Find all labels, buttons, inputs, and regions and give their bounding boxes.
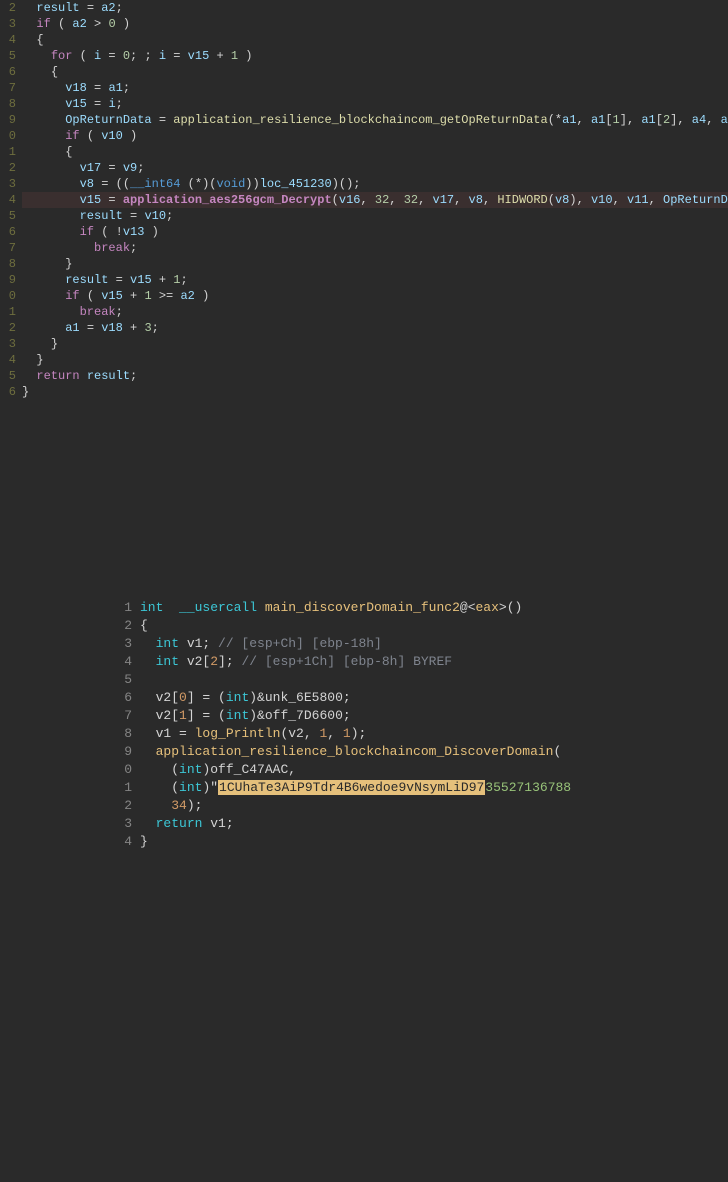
line-number: 4: [120, 653, 132, 671]
code-line: a1 = v18 + 3;: [22, 320, 728, 336]
code-line: int v2[2]; // [esp+1Ch] [ebp-8h] BYREF: [140, 653, 728, 671]
line-number: 0: [0, 128, 16, 144]
line-number: 5: [0, 48, 16, 64]
line-number: 5: [120, 671, 132, 689]
line-number: 0: [0, 288, 16, 304]
line-number: 1: [0, 304, 16, 320]
code-line: {: [140, 617, 728, 635]
line-number: 4: [0, 192, 16, 208]
line-number: 5: [0, 208, 16, 224]
line-number: 2: [120, 617, 132, 635]
line-number: 2: [0, 320, 16, 336]
code-line: v2[0] = (int)&unk_6E5800;: [140, 689, 728, 707]
code-line: {: [22, 144, 728, 160]
code-line: application_resilience_blockchaincom_Dis…: [140, 743, 728, 761]
code-line: for ( i = 0; ; i = v15 + 1 ): [22, 48, 728, 64]
code-line: }: [140, 833, 728, 851]
code-line: }: [22, 384, 728, 400]
code-line: v1 = log_Println(v2, 1, 1);: [140, 725, 728, 743]
line-number: 3: [120, 635, 132, 653]
line-number: 3: [0, 176, 16, 192]
code-line: }: [22, 256, 728, 272]
code-line: }: [22, 352, 728, 368]
line-number: 3: [0, 336, 16, 352]
code-line: break;: [22, 304, 728, 320]
line-number: 2: [0, 160, 16, 176]
line-number: 4: [0, 352, 16, 368]
code-line: v15 = application_aes256gcm_Decrypt(v16,…: [22, 192, 728, 208]
line-number: 0: [120, 761, 132, 779]
code-line: if ( v15 + 1 >= a2 ): [22, 288, 728, 304]
code-line: v17 = v9;: [22, 160, 728, 176]
code-line: if ( v10 ): [22, 128, 728, 144]
code-line: {: [22, 32, 728, 48]
line-number: 1: [120, 599, 132, 617]
line-number: 6: [0, 384, 16, 400]
code-line: (int)off_C47AAC,: [140, 761, 728, 779]
code-line: result = a2;: [22, 0, 728, 16]
line-number: 7: [0, 80, 16, 96]
line-number: 9: [0, 272, 16, 288]
code-line: result = v15 + 1;: [22, 272, 728, 288]
code-line: {: [22, 64, 728, 80]
line-number: 7: [120, 707, 132, 725]
line-number: 6: [120, 689, 132, 707]
code-line: if ( !v13 ): [22, 224, 728, 240]
code-line: [140, 671, 728, 689]
code-line: 34);: [140, 797, 728, 815]
line-number: 3: [120, 815, 132, 833]
line-number: 6: [0, 224, 16, 240]
line-number: 9: [120, 743, 132, 761]
code-line: int __usercall main_discoverDomain_func2…: [140, 599, 728, 617]
code-area-1[interactable]: result = a2; if ( a2 > 0 ) { for ( i = 0…: [22, 0, 728, 591]
line-number: 4: [0, 32, 16, 48]
gutter-2: 12345678901234: [120, 599, 140, 1182]
code-line: v2[1] = (int)&off_7D6600;: [140, 707, 728, 725]
code-line: if ( a2 > 0 ): [22, 16, 728, 32]
code-line: return result;: [22, 368, 728, 384]
code-line: result = v10;: [22, 208, 728, 224]
code-line: int v1; // [esp+Ch] [ebp-18h]: [140, 635, 728, 653]
code-line: return v1;: [140, 815, 728, 833]
line-number: 5: [0, 368, 16, 384]
gutter-1: 2345678901234567890123456: [0, 0, 22, 591]
line-number: 1: [0, 144, 16, 160]
code-line: v15 = i;: [22, 96, 728, 112]
line-number: 2: [0, 0, 16, 16]
line-number: 9: [0, 112, 16, 128]
code-line: }: [22, 336, 728, 352]
code-line: break;: [22, 240, 728, 256]
line-number: 8: [0, 96, 16, 112]
line-number: 8: [0, 256, 16, 272]
line-number: 4: [120, 833, 132, 851]
code-area-2[interactable]: int __usercall main_discoverDomain_func2…: [140, 599, 728, 1182]
code-editor-block-1: 2345678901234567890123456 result = a2; i…: [0, 0, 728, 591]
code-line: v8 = ((__int64 (*)(void))loc_451230)();: [22, 176, 728, 192]
line-number: 6: [0, 64, 16, 80]
line-number: 7: [0, 240, 16, 256]
code-line: v18 = a1;: [22, 80, 728, 96]
code-line: OpReturnData = application_resilience_bl…: [22, 112, 728, 128]
code-editor-block-2: 12345678901234 int __usercall main_disco…: [120, 599, 728, 1182]
line-number: 2: [120, 797, 132, 815]
line-number: 8: [120, 725, 132, 743]
line-number: 3: [0, 16, 16, 32]
line-number: 1: [120, 779, 132, 797]
code-line: (int)"1CUhaTe3AiP9Tdr4B6wedoe9vNsymLiD97…: [140, 779, 728, 797]
